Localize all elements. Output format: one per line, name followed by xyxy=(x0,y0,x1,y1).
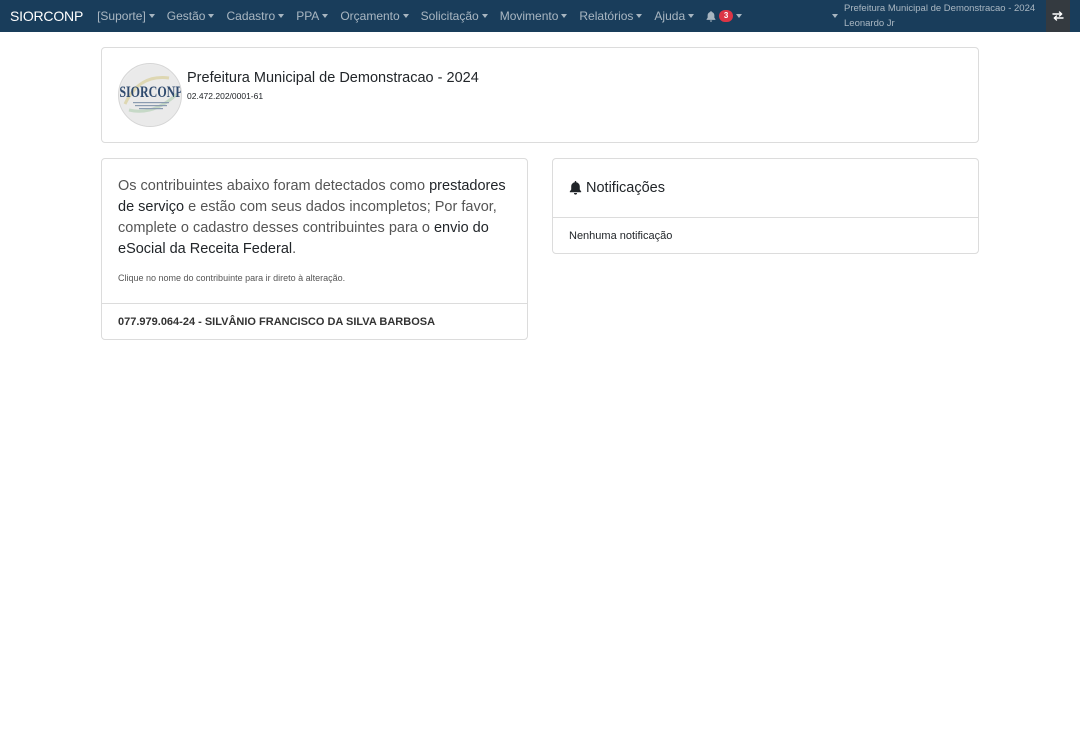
menu-label: Cadastro xyxy=(226,9,276,23)
notifications-empty-message: Nenhuma notificação xyxy=(569,230,673,242)
menu-orcamento[interactable]: Orçamento xyxy=(340,9,409,23)
message-part: . xyxy=(292,241,297,257)
caret-down-icon xyxy=(832,14,838,18)
notifications-header: Notificações xyxy=(553,159,978,218)
bell-icon xyxy=(706,10,716,22)
current-user: Leonardo Jr xyxy=(844,18,895,29)
caret-down-icon xyxy=(636,14,643,18)
caret-down-icon xyxy=(208,14,215,18)
caret-down-icon xyxy=(148,14,155,18)
contributor-list-item[interactable]: 077.979.064-24 - SILVÂNIO FRANCISCO DA S… xyxy=(102,303,527,340)
notifications-card: Notificações Nenhuma notificação xyxy=(552,158,979,254)
menu-label: [Suporte] xyxy=(97,9,146,23)
menu-label: PPA xyxy=(296,9,320,23)
current-entity: Prefeitura Municipal de Demonstracao - 2… xyxy=(844,3,1036,14)
organization-logo: SIORCONP xyxy=(118,63,182,127)
notifications-dropdown[interactable]: 3 xyxy=(706,10,743,22)
exchange-icon xyxy=(1052,11,1064,21)
menu-gestao[interactable]: Gestão xyxy=(167,9,215,23)
menu-solicitacao[interactable]: Solicitação xyxy=(421,9,488,23)
incomplete-contributors-card: Os contribuintes abaixo foram detectados… xyxy=(101,158,528,340)
caret-down-icon xyxy=(278,14,285,18)
menu-movimento[interactable]: Movimento xyxy=(500,9,568,23)
menu-cadastro[interactable]: Cadastro xyxy=(226,9,285,23)
top-navbar: SIORCONP [Suporte] Gestão Cadastro PPA O… xyxy=(0,0,1080,32)
menu-label: Movimento xyxy=(499,9,559,23)
contributors-hint: Clique no nome do contribuinte para ir d… xyxy=(118,273,346,283)
menu-label: Solicitação xyxy=(420,9,479,23)
menu-ajuda[interactable]: Ajuda xyxy=(654,9,695,23)
svg-text:SIORCONP: SIORCONP xyxy=(119,85,182,102)
contributors-message: Os contribuintes abaixo foram detectados… xyxy=(118,176,511,260)
caret-down-icon xyxy=(402,14,409,18)
menu-suporte[interactable]: [Suporte] xyxy=(97,9,155,23)
brand-link[interactable]: SIORCONP xyxy=(10,8,83,24)
menu-relatorios[interactable]: Relatórios xyxy=(579,9,643,23)
organization-cnpj: 02.472.202/0001-61 xyxy=(187,91,264,101)
message-part: Os contribuintes abaixo foram detectados… xyxy=(118,178,430,194)
switch-entity-button[interactable] xyxy=(1046,0,1070,32)
menu-label: Relatórios xyxy=(579,9,634,23)
siorconp-logo-icon: SIORCONP xyxy=(119,65,182,126)
organization-name: Prefeitura Municipal de Demonstracao - 2… xyxy=(187,70,479,86)
menu-label: Gestão xyxy=(166,9,206,23)
caret-down-icon xyxy=(688,14,695,18)
menu-ppa[interactable]: PPA xyxy=(296,9,329,23)
menu-label: Ajuda xyxy=(654,9,686,23)
bell-icon xyxy=(569,181,582,195)
menu-label: Orçamento xyxy=(340,9,400,23)
caret-down-icon xyxy=(322,14,329,18)
organization-card: SIORCONP Prefeitura Municipal de Demonst… xyxy=(101,47,979,143)
caret-down-icon xyxy=(736,14,743,18)
user-menu[interactable]: Prefeitura Municipal de Demonstracao - 2… xyxy=(829,0,1035,32)
caret-down-icon xyxy=(561,14,568,18)
notification-count-badge: 3 xyxy=(719,10,734,22)
caret-down-icon xyxy=(481,14,488,18)
notifications-title: Notificações xyxy=(586,180,665,196)
